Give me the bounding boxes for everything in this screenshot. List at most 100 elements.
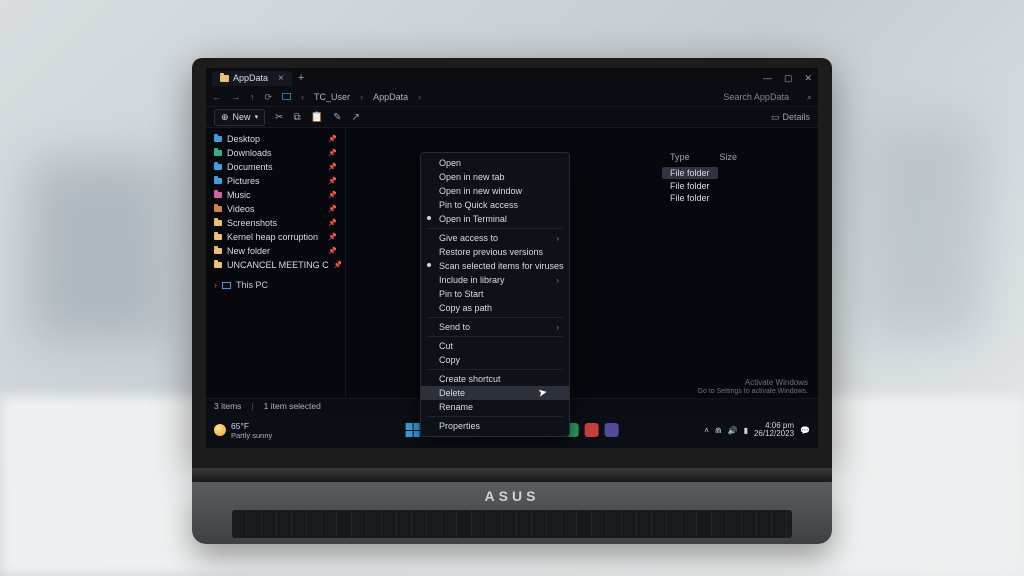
clock[interactable]: 4:06 pm 26/12/2023 bbox=[754, 422, 794, 439]
chevron-up-icon[interactable]: ˄ bbox=[704, 426, 709, 435]
context-menu-item[interactable]: Cut bbox=[421, 339, 569, 353]
context-menu-item[interactable]: Pin to Quick access bbox=[421, 198, 569, 212]
context-menu-item[interactable]: Restore previous versions bbox=[421, 245, 569, 259]
context-menu-item[interactable]: Copy as path bbox=[421, 301, 569, 315]
forward-icon[interactable]: → bbox=[231, 92, 240, 102]
context-menu-item[interactable]: Copy bbox=[421, 353, 569, 367]
pin-icon: 📌 bbox=[328, 205, 337, 213]
back-icon[interactable]: ← bbox=[212, 92, 221, 102]
rename-icon[interactable]: ✎ bbox=[333, 112, 341, 123]
context-menu-item[interactable]: Rename bbox=[421, 400, 569, 414]
folder-icon bbox=[214, 192, 222, 198]
up-icon[interactable]: ↑ bbox=[250, 92, 255, 102]
cursor-icon: ➤ bbox=[537, 385, 548, 399]
sidebar-item[interactable]: Desktop📌 bbox=[210, 132, 341, 146]
context-menu-item[interactable]: Send to› bbox=[421, 320, 569, 334]
pin-icon: 📌 bbox=[328, 233, 337, 241]
sidebar-item-label: Music bbox=[227, 190, 251, 200]
copy-icon[interactable]: ⧉ bbox=[293, 112, 300, 123]
wifi-icon[interactable]: ⋒ bbox=[715, 426, 722, 435]
sidebar-this-pc[interactable]: ›This PC bbox=[210, 278, 341, 292]
titlebar: AppData × + — ▢ ✕ bbox=[206, 68, 818, 88]
notifications-icon[interactable]: 💬 bbox=[800, 426, 810, 435]
taskbar-app-icon[interactable] bbox=[604, 423, 618, 437]
share-icon[interactable]: ↗ bbox=[351, 112, 359, 123]
context-menu-item[interactable]: Pin to Start bbox=[421, 287, 569, 301]
context-menu-label: Give access to bbox=[439, 233, 498, 243]
system-tray[interactable]: ˄ ⋒ 🔊 ▮ 4:06 pm 26/12/2023 💬 bbox=[704, 422, 810, 439]
folder-icon bbox=[214, 262, 222, 268]
search-icon[interactable]: ⌕ bbox=[807, 92, 812, 103]
context-menu-item[interactable]: Open in new tab bbox=[421, 170, 569, 184]
folder-icon bbox=[214, 234, 222, 240]
folder-icon bbox=[214, 248, 222, 254]
cut-icon[interactable]: ✂ bbox=[275, 112, 283, 123]
battery-icon[interactable]: ▮ bbox=[744, 426, 748, 435]
context-menu-label: Delete bbox=[439, 388, 465, 398]
maximize-icon[interactable]: ▢ bbox=[784, 73, 793, 84]
sidebar-item-label: New folder bbox=[227, 246, 270, 256]
column-size[interactable]: Size bbox=[720, 152, 738, 162]
close-tab-icon[interactable]: × bbox=[278, 73, 284, 84]
pin-icon: 📌 bbox=[328, 219, 337, 227]
sidebar-item[interactable]: Downloads📌 bbox=[210, 146, 341, 160]
minimize-icon[interactable]: — bbox=[763, 73, 772, 84]
context-menu-label: Copy bbox=[439, 355, 460, 365]
context-menu-item[interactable]: Include in library › bbox=[421, 273, 569, 287]
chevron-right-icon: › bbox=[556, 276, 559, 285]
close-icon[interactable]: ✕ bbox=[804, 73, 812, 84]
weather-widget[interactable]: 65°F Partly sunny bbox=[214, 421, 272, 440]
context-menu-label: Open bbox=[439, 158, 461, 168]
sidebar-item-label: Documents bbox=[227, 162, 273, 172]
sidebar-item-label: Kernel heap corruption bbox=[227, 232, 318, 242]
paste-icon[interactable]: 📋 bbox=[311, 112, 323, 123]
context-menu-item[interactable]: Create shortcut bbox=[421, 372, 569, 386]
folder-icon bbox=[214, 164, 222, 170]
context-menu-label: Rename bbox=[439, 402, 473, 412]
activation-watermark: Activate Windows Go to Settings to activ… bbox=[698, 378, 809, 396]
search-input[interactable]: Search AppData bbox=[723, 92, 789, 102]
context-menu-label: Create shortcut bbox=[439, 374, 501, 384]
sidebar-item-label: Pictures bbox=[227, 176, 260, 186]
pin-icon: 📌 bbox=[328, 177, 337, 185]
sidebar-item[interactable]: New folder📌 bbox=[210, 244, 341, 258]
context-menu-item[interactable]: Scan selected items for viruses bbox=[421, 259, 569, 273]
context-menu-item[interactable]: Properties bbox=[421, 419, 569, 433]
sidebar-item[interactable]: Videos📌 bbox=[210, 202, 341, 216]
context-menu-item[interactable]: Open bbox=[421, 156, 569, 170]
sidebar-item[interactable]: Documents📌 bbox=[210, 160, 341, 174]
context-menu-label: Scan selected items for viruses bbox=[439, 261, 564, 271]
breadcrumb-seg[interactable]: TC_User bbox=[314, 92, 350, 102]
sidebar-item[interactable]: UNCANCEL MEETING C📌 bbox=[210, 258, 341, 272]
pin-icon: 📌 bbox=[328, 135, 337, 143]
context-menu-item[interactable]: Give access to› bbox=[421, 231, 569, 245]
sidebar-item[interactable]: Screenshots📌 bbox=[210, 216, 341, 230]
sidebar-item[interactable]: Kernel heap corruption 📌 bbox=[210, 230, 341, 244]
refresh-icon[interactable]: ⟳ bbox=[265, 92, 273, 103]
folder-icon bbox=[214, 220, 222, 226]
context-menu-label: Include in library bbox=[439, 275, 505, 285]
context-menu-item[interactable]: Open in Terminal bbox=[421, 212, 569, 226]
context-menu-label: Properties bbox=[439, 421, 480, 431]
window-tab[interactable]: AppData × bbox=[212, 71, 292, 86]
breadcrumb-seg[interactable]: AppData bbox=[373, 92, 408, 102]
folder-icon bbox=[220, 75, 229, 82]
details-button[interactable]: ▭ Details bbox=[771, 112, 810, 123]
laptop-brand: ASUS bbox=[192, 482, 832, 504]
bullet-icon bbox=[427, 216, 431, 220]
new-button[interactable]: ⊕ New ▾ bbox=[214, 109, 265, 126]
context-menu-label: Pin to Quick access bbox=[439, 200, 518, 210]
file-type-cell: File folder bbox=[670, 180, 810, 192]
sidebar-item[interactable]: Music📌 bbox=[210, 188, 341, 202]
sidebar-item[interactable]: Pictures 📌 bbox=[210, 174, 341, 188]
taskbar-app-icon[interactable] bbox=[584, 423, 598, 437]
start-button[interactable] bbox=[406, 423, 420, 437]
context-menu-label: Send to bbox=[439, 322, 470, 332]
file-list: Name LocalLocalLowRoaming Type Size File… bbox=[346, 128, 818, 398]
new-tab-icon[interactable]: + bbox=[298, 72, 304, 84]
pc-crumb-icon[interactable] bbox=[282, 92, 291, 102]
column-type[interactable]: Type bbox=[670, 152, 690, 162]
chevron-right-icon: › bbox=[418, 92, 421, 102]
volume-icon[interactable]: 🔊 bbox=[728, 426, 738, 435]
context-menu-item[interactable]: Open in new window bbox=[421, 184, 569, 198]
